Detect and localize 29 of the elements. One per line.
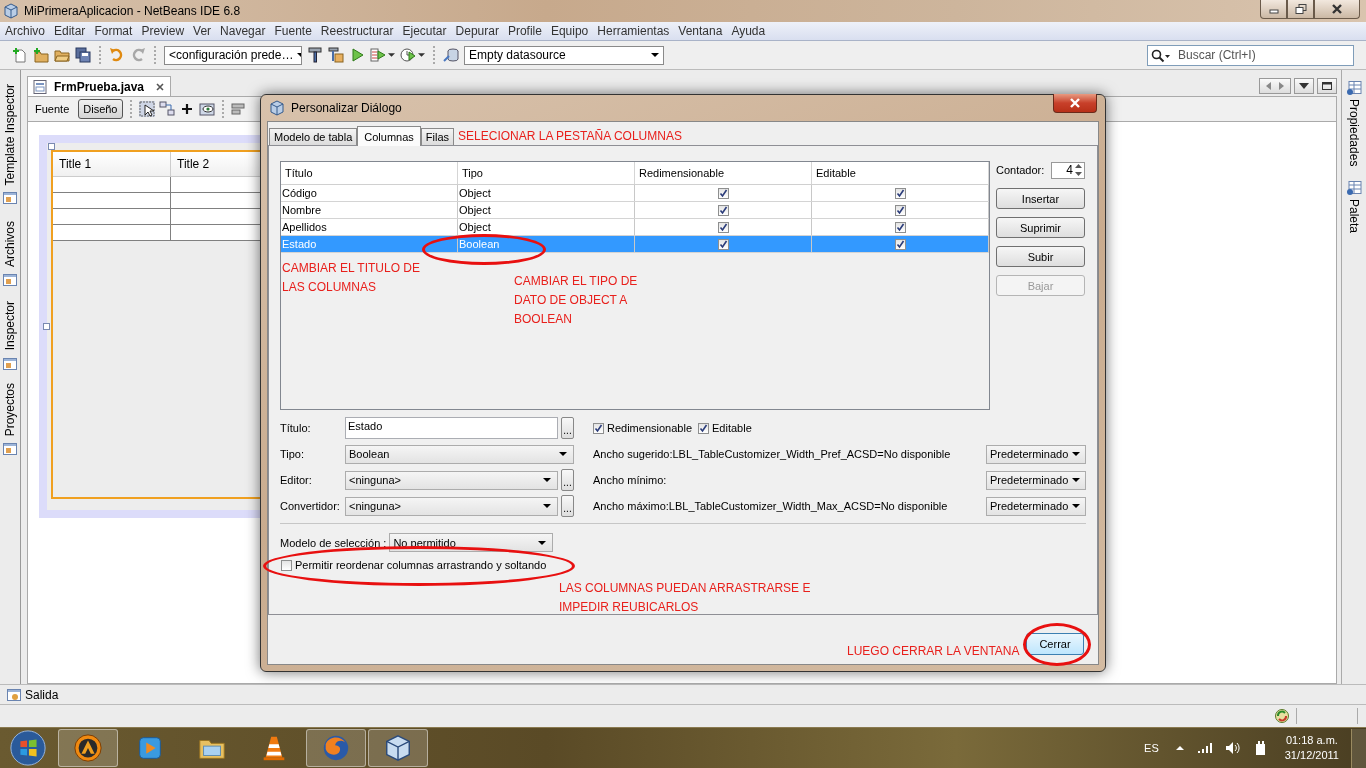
annotation-text: CAMBIAR EL TIPO DE DATO DE OBJECT A BOOLEAN [514,273,638,328]
counter-label: Contador: [996,164,1045,176]
table-cell: Código [281,185,458,201]
annotation-text: CAMBIAR EL TITULO DE LAS COLUMNAS [282,260,421,296]
table-cell: Apellidos [281,219,458,235]
annotation-text: SELECIONAR LA PESTAÑA COLUMNAS [458,128,682,144]
width-label: Ancho máximo:LBL_TableCustomizer_Width_Max_ACSD=No disponible [592,500,949,512]
dialog-title: Personalizar Diálogo [291,101,402,115]
field-label: Editor: [280,474,313,486]
clock-time: 01:18 a.m. [1285,733,1338,748]
table-cell: Object [458,219,635,235]
annotation-text: LAS COLUMNAS PUEDAN ARRASTRARSE E IMPEDIR REUBICARLOS [559,580,811,616]
field-label: Modelo de selección : [280,536,387,549]
field-label: Título: [280,422,312,434]
width-label: Ancho sugerido:LBL_TableCustomizer_Width_Pref_ACSD=No disponible [592,448,952,460]
clock-date: 31/12/2011 [1284,748,1339,763]
window-title: MiPrimeraAplicacion - NetBeans IDE 6.8 [24,4,241,18]
table-cell: Object [458,202,635,218]
field-label: Tipo: [280,448,306,460]
field-label: Convertidor: [280,500,341,512]
table-cell: Estado [281,236,458,252]
table-cell: Nombre [281,202,458,218]
checkbox-label: Permitir reordenar columnas arrastrando y soltando [295,559,547,571]
column-header: Title 1 [53,152,171,176]
width-label: Ancho mínimo: [592,474,668,486]
checkbox-label: Redimensionable [607,422,692,434]
checkbox-label: Editable [712,422,752,434]
table-cell: Object [458,185,635,201]
annotation-text: LUEGO CERRAR LA VENTANA [847,643,1020,660]
